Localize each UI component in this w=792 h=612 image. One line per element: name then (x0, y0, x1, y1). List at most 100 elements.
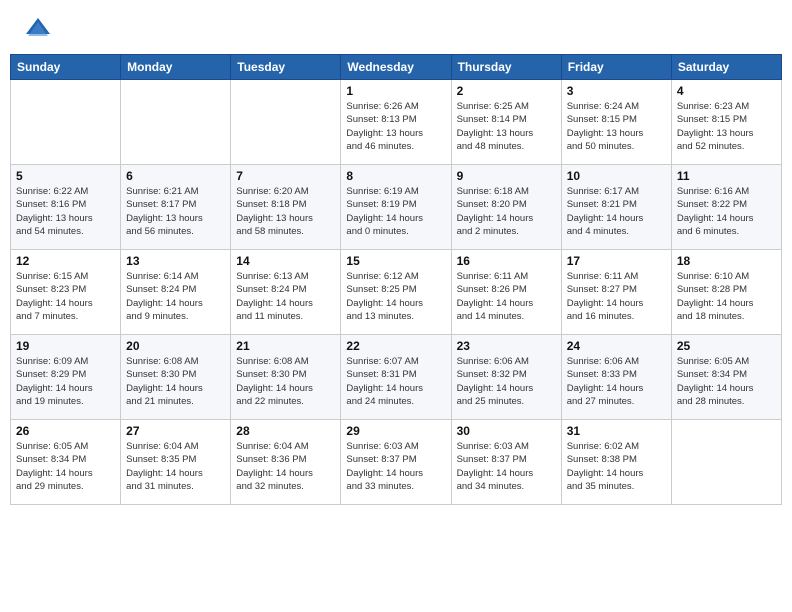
week-row-3: 19 Sunrise: 6:09 AM Sunset: 8:29 PM Dayli… (11, 335, 782, 420)
day-number: 1 (346, 84, 445, 98)
calendar-cell: 23Sunrise: 6:06 AM Sunset: 8:32 PM Dayli… (451, 335, 561, 420)
logo-icon (24, 14, 52, 42)
day-number: 27 (126, 424, 225, 438)
calendar-cell: 31 Sunrise: 6:02 AM Sunset: 8:38 PM Dayli… (561, 420, 671, 505)
calendar-cell: 20 Sunrise: 6:08 AM Sunset: 8:30 PM Dayli… (121, 335, 231, 420)
day-info: Sunrise: 6:05 AM Sunset: 8:34 PM Dayligh… (677, 355, 776, 408)
calendar-cell: 26 Sunrise: 6:05 AM Sunset: 8:34 PM Dayli… (11, 420, 121, 505)
weekday-header-monday: Monday (121, 55, 231, 80)
day-info: Sunrise: 6:21 AM Sunset: 8:17 PM Dayligh… (126, 185, 225, 238)
calendar-cell: 3 Sunrise: 6:24 AM Sunset: 8:15 PM Daylig… (561, 80, 671, 165)
day-number: 20 (126, 339, 225, 353)
calendar-cell: 27 Sunrise: 6:04 AM Sunset: 8:35 PM Dayli… (121, 420, 231, 505)
calendar-cell: 11 Sunrise: 6:16 AM Sunset: 8:22 PM Dayli… (671, 165, 781, 250)
day-number: 25 (677, 339, 776, 353)
calendar-cell (121, 80, 231, 165)
day-number: 10 (567, 169, 666, 183)
week-row-1: 5 Sunrise: 6:22 AM Sunset: 8:16 PM Daylig… (11, 165, 782, 250)
day-info: Sunrise: 6:09 AM Sunset: 8:29 PM Dayligh… (16, 355, 115, 408)
calendar-cell: 21Sunrise: 6:08 AM Sunset: 8:30 PM Dayli… (231, 335, 341, 420)
weekday-header-wednesday: Wednesday (341, 55, 451, 80)
calendar-cell: 10 Sunrise: 6:17 AM Sunset: 8:21 PM Dayli… (561, 165, 671, 250)
day-number: 22 (346, 339, 445, 353)
day-info: Sunrise: 6:18 AM Sunset: 8:20 PM Dayligh… (457, 185, 556, 238)
day-info: Sunrise: 6:04 AM Sunset: 8:35 PM Dayligh… (126, 440, 225, 493)
calendar-cell: 5 Sunrise: 6:22 AM Sunset: 8:16 PM Daylig… (11, 165, 121, 250)
calendar-table: SundayMondayTuesdayWednesdayThursdayFrid… (10, 54, 782, 505)
day-number: 8 (346, 169, 445, 183)
day-info: Sunrise: 6:12 AM Sunset: 8:25 PM Dayligh… (346, 270, 445, 323)
day-info: Sunrise: 6:10 AM Sunset: 8:28 PM Dayligh… (677, 270, 776, 323)
day-info: Sunrise: 6:15 AM Sunset: 8:23 PM Dayligh… (16, 270, 115, 323)
calendar-cell: 4Sunrise: 6:23 AM Sunset: 8:15 PM Daylig… (671, 80, 781, 165)
day-number: 26 (16, 424, 115, 438)
calendar-cell: 25 Sunrise: 6:05 AM Sunset: 8:34 PM Dayli… (671, 335, 781, 420)
weekday-header-tuesday: Tuesday (231, 55, 341, 80)
day-number: 15 (346, 254, 445, 268)
day-number: 19 (16, 339, 115, 353)
day-info: Sunrise: 6:07 AM Sunset: 8:31 PM Dayligh… (346, 355, 445, 408)
week-row-2: 12 Sunrise: 6:15 AM Sunset: 8:23 PM Dayli… (11, 250, 782, 335)
weekday-header-sunday: Sunday (11, 55, 121, 80)
calendar-cell: 14 Sunrise: 6:13 AM Sunset: 8:24 PM Dayli… (231, 250, 341, 335)
day-number: 11 (677, 169, 776, 183)
day-number: 17 (567, 254, 666, 268)
calendar-cell: 19 Sunrise: 6:09 AM Sunset: 8:29 PM Dayli… (11, 335, 121, 420)
logo (18, 14, 52, 42)
day-number: 31 (567, 424, 666, 438)
day-info: Sunrise: 6:06 AM Sunset: 8:33 PM Dayligh… (567, 355, 666, 408)
day-info: Sunrise: 6:11 AM Sunset: 8:26 PM Dayligh… (457, 270, 556, 323)
day-info: Sunrise: 6:22 AM Sunset: 8:16 PM Dayligh… (16, 185, 115, 238)
day-number: 2 (457, 84, 556, 98)
calendar-cell: 16 Sunrise: 6:11 AM Sunset: 8:26 PM Dayli… (451, 250, 561, 335)
calendar-cell: 7 Sunrise: 6:20 AM Sunset: 8:18 PM Daylig… (231, 165, 341, 250)
day-number: 3 (567, 84, 666, 98)
day-info: Sunrise: 6:17 AM Sunset: 8:21 PM Dayligh… (567, 185, 666, 238)
calendar-cell: 9 Sunrise: 6:18 AM Sunset: 8:20 PM Daylig… (451, 165, 561, 250)
calendar-cell: 30 Sunrise: 6:03 AM Sunset: 8:37 PM Dayli… (451, 420, 561, 505)
calendar-cell (231, 80, 341, 165)
calendar-cell: 17 Sunrise: 6:11 AM Sunset: 8:27 PM Dayli… (561, 250, 671, 335)
day-info: Sunrise: 6:08 AM Sunset: 8:30 PM Dayligh… (126, 355, 225, 408)
calendar-cell: 18 Sunrise: 6:10 AM Sunset: 8:28 PM Dayli… (671, 250, 781, 335)
day-info: Sunrise: 6:05 AM Sunset: 8:34 PM Dayligh… (16, 440, 115, 493)
day-info: Sunrise: 6:14 AM Sunset: 8:24 PM Dayligh… (126, 270, 225, 323)
day-number: 12 (16, 254, 115, 268)
calendar-cell: 22 Sunrise: 6:07 AM Sunset: 8:31 PM Dayli… (341, 335, 451, 420)
day-info: Sunrise: 6:04 AM Sunset: 8:36 PM Dayligh… (236, 440, 335, 493)
day-number: 28 (236, 424, 335, 438)
weekday-header-saturday: Saturday (671, 55, 781, 80)
day-info: Sunrise: 6:03 AM Sunset: 8:37 PM Dayligh… (346, 440, 445, 493)
day-number: 30 (457, 424, 556, 438)
day-info: Sunrise: 6:02 AM Sunset: 8:38 PM Dayligh… (567, 440, 666, 493)
day-number: 9 (457, 169, 556, 183)
week-row-0: 1Sunrise: 6:26 AM Sunset: 8:13 PM Daylig… (11, 80, 782, 165)
calendar-cell: 15 Sunrise: 6:12 AM Sunset: 8:25 PM Dayli… (341, 250, 451, 335)
day-info: Sunrise: 6:19 AM Sunset: 8:19 PM Dayligh… (346, 185, 445, 238)
day-info: Sunrise: 6:16 AM Sunset: 8:22 PM Dayligh… (677, 185, 776, 238)
day-info: Sunrise: 6:06 AM Sunset: 8:32 PM Dayligh… (457, 355, 556, 408)
day-info: Sunrise: 6:20 AM Sunset: 8:18 PM Dayligh… (236, 185, 335, 238)
day-info: Sunrise: 6:13 AM Sunset: 8:24 PM Dayligh… (236, 270, 335, 323)
day-info: Sunrise: 6:24 AM Sunset: 8:15 PM Dayligh… (567, 100, 666, 153)
calendar-cell: 13Sunrise: 6:14 AM Sunset: 8:24 PM Dayli… (121, 250, 231, 335)
day-number: 18 (677, 254, 776, 268)
week-row-4: 26 Sunrise: 6:05 AM Sunset: 8:34 PM Dayli… (11, 420, 782, 505)
calendar-cell: 2 Sunrise: 6:25 AM Sunset: 8:14 PM Daylig… (451, 80, 561, 165)
day-number: 24 (567, 339, 666, 353)
weekday-header-friday: Friday (561, 55, 671, 80)
day-info: Sunrise: 6:03 AM Sunset: 8:37 PM Dayligh… (457, 440, 556, 493)
day-number: 14 (236, 254, 335, 268)
calendar-cell: 12 Sunrise: 6:15 AM Sunset: 8:23 PM Dayli… (11, 250, 121, 335)
calendar-cell: 8 Sunrise: 6:19 AM Sunset: 8:19 PM Daylig… (341, 165, 451, 250)
day-info: Sunrise: 6:11 AM Sunset: 8:27 PM Dayligh… (567, 270, 666, 323)
day-number: 21 (236, 339, 335, 353)
day-number: 7 (236, 169, 335, 183)
calendar-cell (671, 420, 781, 505)
calendar-cell: 6Sunrise: 6:21 AM Sunset: 8:17 PM Daylig… (121, 165, 231, 250)
day-number: 5 (16, 169, 115, 183)
calendar-cell: 29Sunrise: 6:03 AM Sunset: 8:37 PM Dayli… (341, 420, 451, 505)
day-number: 16 (457, 254, 556, 268)
weekday-header-thursday: Thursday (451, 55, 561, 80)
day-info: Sunrise: 6:25 AM Sunset: 8:14 PM Dayligh… (457, 100, 556, 153)
